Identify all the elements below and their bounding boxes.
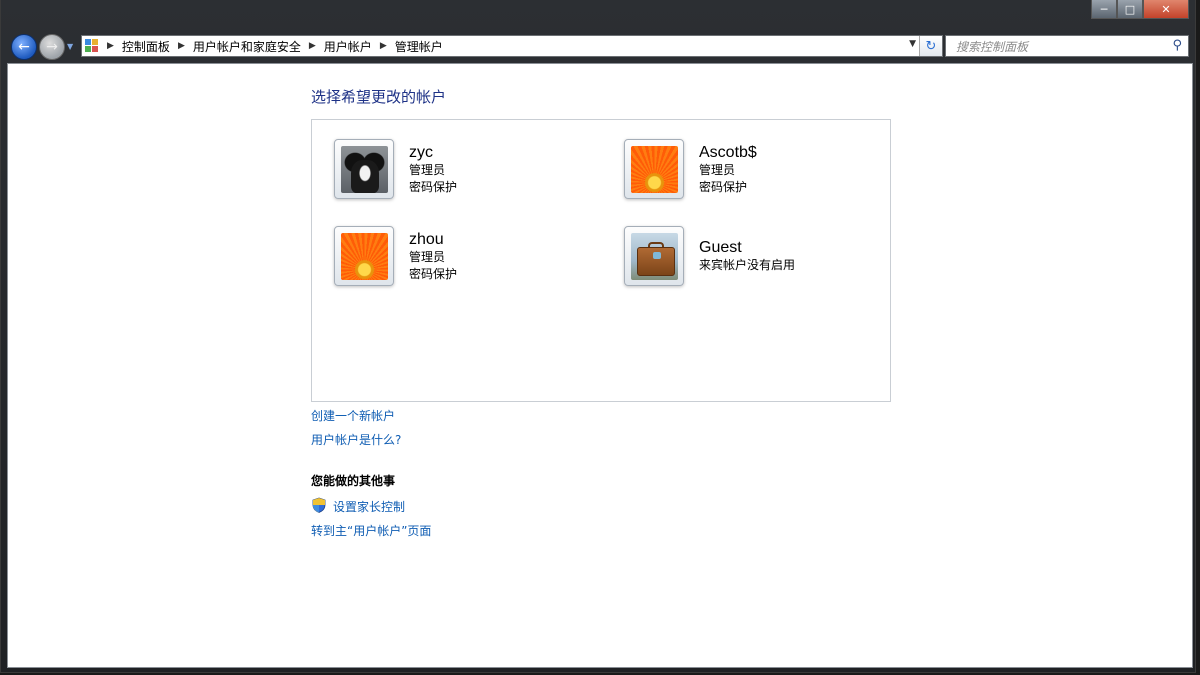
what-is-account-link[interactable]: 用户帐户是什么?: [311, 431, 401, 448]
back-arrow-icon: ←: [18, 39, 30, 55]
navigation-bar: ← → ▼ ▶ 控制面板 ▶ 用户帐户和家庭安全 ▶ 用户帐户 ▶ 管理帐户 ▼…: [7, 31, 1189, 60]
account-role: 管理员: [409, 163, 446, 177]
account-status: 密码保护: [409, 267, 458, 281]
account-status: 密码保护: [699, 180, 748, 194]
account-role: 管理员: [699, 163, 736, 177]
account-name: Ascotb$: [699, 144, 757, 161]
flower-picture-icon: [340, 232, 388, 280]
address-dropdown-icon[interactable]: ▼: [909, 39, 916, 49]
search-input[interactable]: [954, 37, 1158, 57]
account-name: zyc: [409, 144, 433, 161]
go-main-user-accounts-link[interactable]: 转到主“用户帐户”页面: [311, 522, 431, 539]
breadcrumb-control-panel[interactable]: 控制面板: [122, 38, 170, 55]
breadcrumb-separator-icon[interactable]: ▶: [380, 41, 387, 51]
account-tile-guest[interactable]: Guest 来宾帐户没有启用: [624, 226, 795, 286]
search-box: ⚲: [945, 35, 1189, 57]
account-status: 密码保护: [409, 180, 458, 194]
breadcrumb-separator-icon: ▶: [107, 41, 114, 51]
maximize-button[interactable]: □: [1117, 0, 1143, 19]
suitcase-picture-icon: [630, 232, 678, 280]
account-tile-zyc[interactable]: zyc 管理员 密码保护: [334, 139, 457, 199]
page-title: 选择希望更改的帐户: [311, 88, 447, 106]
dog-picture-icon: [340, 145, 388, 193]
close-button[interactable]: ✕: [1143, 0, 1189, 19]
forward-arrow-icon: →: [46, 39, 58, 55]
avatar: [624, 139, 684, 199]
account-role: 来宾帐户没有启用: [699, 258, 796, 272]
breadcrumb-separator-icon[interactable]: ▶: [178, 41, 185, 51]
account-tile-zhou[interactable]: zhou 管理员 密码保护: [334, 226, 457, 286]
back-button[interactable]: ←: [11, 34, 37, 60]
breadcrumb-separator-icon[interactable]: ▶: [309, 41, 316, 51]
account-role: 管理员: [409, 250, 446, 264]
explorer-window: ─ □ ✕ ← → ▼ ▶ 控制面板 ▶ 用户帐户和家庭安全 ▶ 用户帐户 ▶ …: [0, 0, 1196, 673]
breadcrumb-manage-accounts[interactable]: 管理帐户: [395, 38, 443, 55]
address-bar[interactable]: ▶ 控制面板 ▶ 用户帐户和家庭安全 ▶ 用户帐户 ▶ 管理帐户 ▼ ↻: [81, 35, 943, 57]
avatar: [334, 226, 394, 286]
create-account-link[interactable]: 创建一个新帐户: [311, 407, 395, 424]
account-list: zyc 管理员 密码保护 Ascotb$ 管理员 密码保护 zhou 管理员 密…: [311, 119, 891, 402]
breadcrumb-user-accounts[interactable]: 用户帐户: [324, 38, 372, 55]
caption-buttons: ─ □ ✕: [1091, 0, 1189, 19]
breadcrumb-user-accounts-family[interactable]: 用户帐户和家庭安全: [193, 38, 301, 55]
account-name: Guest: [699, 239, 742, 256]
refresh-icon: ↻: [925, 38, 937, 54]
account-name: zhou: [409, 231, 444, 248]
other-tasks-heading: 您能做的其他事: [311, 474, 396, 488]
refresh-button[interactable]: ↻: [919, 36, 942, 56]
avatar: [334, 139, 394, 199]
control-panel-icon: [85, 39, 101, 53]
content-pane: 选择希望更改的帐户 zyc 管理员 密码保护 Ascotb$ 管理员 密码保护 …: [7, 63, 1193, 668]
minimize-button[interactable]: ─: [1091, 0, 1117, 19]
breadcrumb: ▶ 控制面板 ▶ 用户帐户和家庭安全 ▶ 用户帐户 ▶ 管理帐户: [105, 38, 443, 55]
uac-shield-icon: [312, 497, 326, 513]
account-tile-ascotb[interactable]: Ascotb$ 管理员 密码保护: [624, 139, 757, 199]
flower-picture-icon: [630, 145, 678, 193]
parental-controls-link[interactable]: 设置家长控制: [333, 498, 405, 515]
forward-button[interactable]: →: [39, 34, 65, 60]
avatar: [624, 226, 684, 286]
recent-pages-dropdown[interactable]: ▼: [67, 42, 73, 51]
search-icon[interactable]: ⚲: [1172, 38, 1182, 53]
